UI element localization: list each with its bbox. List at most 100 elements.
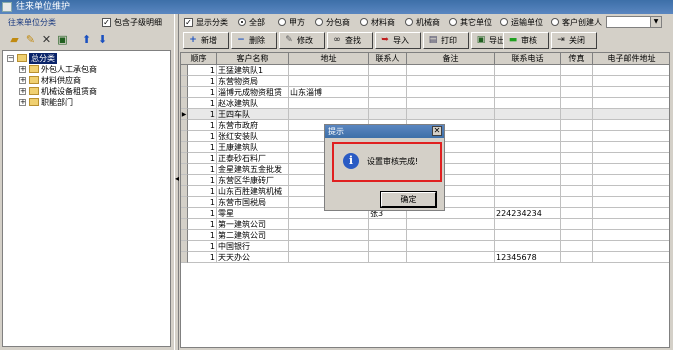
table-cell[interactable] [593,175,669,186]
table-cell[interactable] [289,109,369,120]
table-cell[interactable]: 1 [188,98,217,109]
table-cell[interactable]: 零星 [217,208,289,219]
table-cell[interactable]: 1 [188,241,217,252]
table-cell[interactable] [369,87,407,98]
table-cell[interactable]: 1 [188,120,217,131]
delete-icon[interactable]: ✕ [40,33,53,46]
table-cell[interactable] [561,186,593,197]
table-cell[interactable] [561,175,593,186]
table-cell[interactable] [407,65,495,76]
edit-icon[interactable]: ✎ [24,33,37,46]
export-icon[interactable]: ▣ [56,33,69,46]
expand-icon[interactable]: + [19,88,26,95]
table-cell[interactable] [561,241,593,252]
table-cell[interactable] [561,87,593,98]
table-cell[interactable] [593,186,669,197]
table-cell[interactable] [495,87,561,98]
table-cell[interactable]: 1 [188,65,217,76]
table-cell[interactable]: 正泰砂石料厂 [217,153,289,164]
column-header[interactable]: 电子邮件地址 [593,53,669,65]
table-cell[interactable]: 1 [188,142,217,153]
table-cell[interactable] [369,230,407,241]
table-cell[interactable] [369,241,407,252]
table-cell[interactable] [495,175,561,186]
table-cell[interactable]: 1 [188,153,217,164]
table-cell[interactable]: 1 [188,87,217,98]
table-cell[interactable]: 东营物资局 [217,76,289,87]
table-cell[interactable] [407,76,495,87]
expand-icon[interactable]: + [19,66,26,73]
table-cell[interactable] [593,197,669,208]
table-cell[interactable]: 1 [188,175,217,186]
table-cell[interactable]: 东营市政府 [217,120,289,131]
table-cell[interactable] [561,98,593,109]
table-cell[interactable] [561,76,593,87]
ok-button[interactable]: 确定 [381,192,436,207]
table-cell[interactable] [289,219,369,230]
table-cell[interactable] [593,252,669,263]
table-cell[interactable] [593,164,669,175]
table-cell[interactable]: 224234234 [495,208,561,219]
row-indicator[interactable] [181,175,188,186]
table-cell[interactable] [495,65,561,76]
table-cell[interactable] [495,142,561,153]
table-cell[interactable]: 张红安装队 [217,131,289,142]
table-cell[interactable] [593,109,669,120]
table-cell[interactable] [407,98,495,109]
table-cell[interactable] [369,98,407,109]
table-row[interactable]: 1 淄博元成物资租赁 山东淄博 [181,87,669,98]
column-header[interactable]: 联系人 [369,53,407,65]
radio-subcontractor[interactable] [315,18,323,26]
include-children-checkbox[interactable]: ✓ [102,18,111,27]
table-cell[interactable] [561,65,593,76]
column-header[interactable]: 联系电话 [495,53,561,65]
table-cell[interactable] [407,230,495,241]
expand-icon[interactable]: + [19,77,26,84]
table-cell[interactable]: 1 [188,208,217,219]
table-cell[interactable] [561,208,593,219]
radio-material-supplier[interactable] [360,18,368,26]
table-cell[interactable]: 东营区华康砖厂 [217,175,289,186]
table-cell[interactable]: 1 [188,219,217,230]
row-indicator[interactable] [181,252,188,263]
row-indicator[interactable] [181,164,188,175]
row-indicator[interactable] [181,142,188,153]
table-cell[interactable]: 中国银行 [217,241,289,252]
table-cell[interactable] [289,252,369,263]
table-cell[interactable] [561,153,593,164]
table-cell[interactable] [495,219,561,230]
table-cell[interactable]: 1 [188,252,217,263]
table-row[interactable]: 1 东营物资局 [181,76,669,87]
table-cell[interactable]: 淄博元成物资租赁 [217,87,289,98]
table-cell[interactable] [495,153,561,164]
table-cell[interactable] [593,76,669,87]
table-cell[interactable] [561,131,593,142]
table-row[interactable]: 1 天天办公 12345678 [181,252,669,263]
radio-all[interactable] [238,18,246,26]
column-header[interactable]: 客户名称 [217,53,289,65]
row-indicator[interactable] [181,230,188,241]
table-cell[interactable]: 赵冰建筑队 [217,98,289,109]
table-cell[interactable] [495,120,561,131]
table-cell[interactable] [561,164,593,175]
column-header[interactable]: 顺序 [181,53,217,65]
table-cell[interactable]: 王猛建筑队1 [217,65,289,76]
row-indicator[interactable] [181,98,188,109]
find-button[interactable]: ∞ 查找 [327,32,373,49]
row-indicator[interactable] [181,186,188,197]
table-cell[interactable] [407,219,495,230]
row-indicator[interactable] [181,131,188,142]
table-cell[interactable]: 天天办公 [217,252,289,263]
table-cell[interactable]: 山东百胜建筑机械 [217,186,289,197]
arrow-down-icon[interactable]: ⬇ [96,33,109,46]
table-cell[interactable] [593,65,669,76]
table-row[interactable]: 1 赵冰建筑队 [181,98,669,109]
table-cell[interactable] [593,230,669,241]
row-indicator[interactable]: ▶ [181,109,188,120]
row-indicator[interactable] [181,241,188,252]
table-cell[interactable]: 1 [188,131,217,142]
table-cell[interactable] [561,252,593,263]
table-cell[interactable] [561,142,593,153]
collapse-icon[interactable]: − [7,55,14,62]
table-cell[interactable] [289,241,369,252]
